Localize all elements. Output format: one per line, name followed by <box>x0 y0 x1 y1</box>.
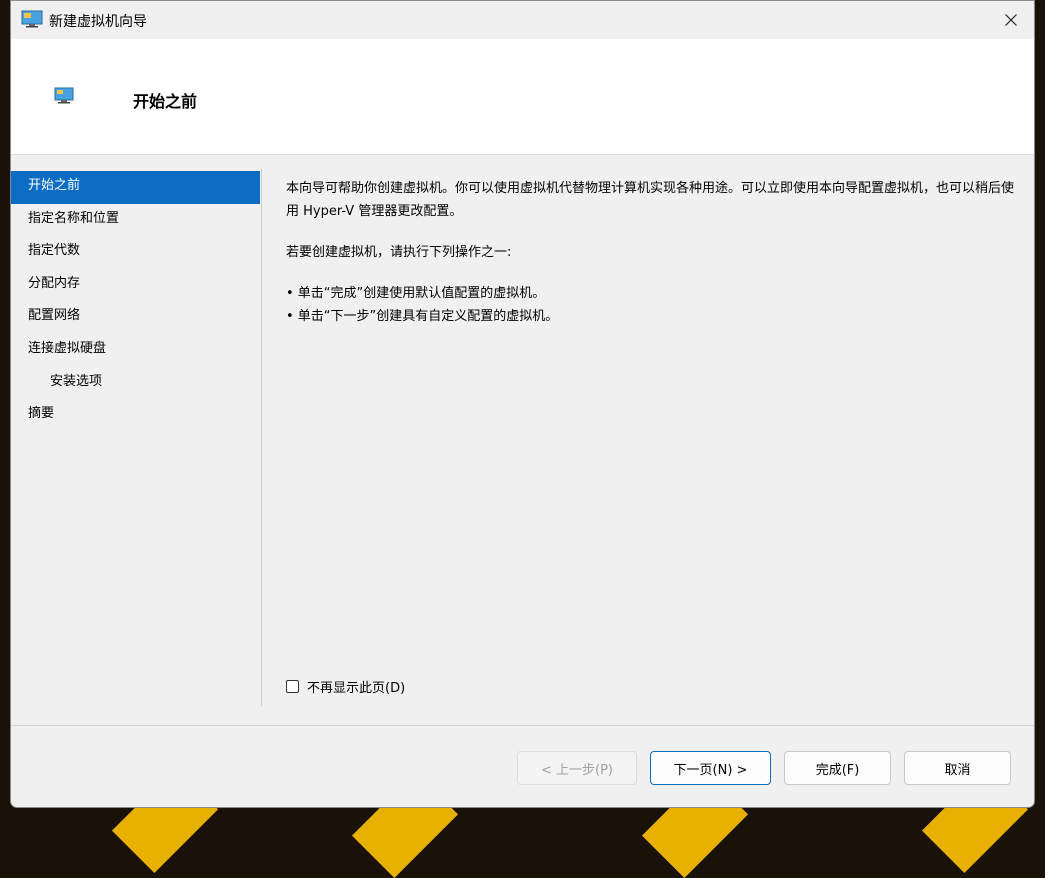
wizard-header: 开始之前 <box>11 39 1034 155</box>
dont-show-again-row[interactable]: 不再显示此页(D) <box>286 677 405 696</box>
nav-divider <box>261 169 262 706</box>
cancel-button[interactable]: 取消 <box>904 751 1011 785</box>
finish-button[interactable]: 完成(F) <box>784 751 891 785</box>
nav-item-virtual-disk[interactable]: 连接虚拟硬盘 <box>11 334 260 367</box>
nav-item-generation[interactable]: 指定代数 <box>11 236 260 269</box>
content-pane: 本向导可帮助你创建虚拟机。你可以使用虚拟机代替物理计算机实现各种用途。可以立即使… <box>286 177 1016 328</box>
dont-show-again-checkbox[interactable] <box>286 680 299 693</box>
nav-item-summary[interactable]: 摘要 <box>11 399 260 432</box>
intro-text: 本向导可帮助你创建虚拟机。你可以使用虚拟机代替物理计算机实现各种用途。可以立即使… <box>286 181 1015 219</box>
page-title: 开始之前 <box>133 92 198 111</box>
nav-item-networking[interactable]: 配置网络 <box>11 301 260 334</box>
next-button[interactable]: 下一页(N) > <box>650 751 771 785</box>
window-title: 新建虚拟机向导 <box>49 14 147 30</box>
option-finish-text: • 单击“完成”创建使用默认值配置的虚拟机。 <box>286 286 546 301</box>
previous-button[interactable]: < 上一步(P) <box>517 751 637 785</box>
monitor-icon <box>21 10 43 28</box>
instruction-text: 若要创建虚拟机，请执行下列操作之一: <box>286 245 512 260</box>
virtual-machine-icon <box>54 87 74 104</box>
nav-item-before-you-begin[interactable]: 开始之前 <box>11 171 260 204</box>
nav-item-memory[interactable]: 分配内存 <box>11 269 260 302</box>
wizard-steps-nav: 开始之前 指定名称和位置 指定代数 分配内存 配置网络 连接虚拟硬盘 安装选项 … <box>11 171 260 432</box>
close-icon <box>1005 14 1017 26</box>
option-next-text: • 单击“下一步”创建具有自定义配置的虚拟机。 <box>286 309 559 324</box>
footer-divider <box>11 725 1034 726</box>
wizard-window: 新建虚拟机向导 开始之前 开始之前 指定名称和位置 指定代数 分配内存 配置网络… <box>10 0 1035 808</box>
nav-item-install-options[interactable]: 安装选项 <box>11 367 260 400</box>
close-button[interactable] <box>988 1 1034 39</box>
nav-item-name-location[interactable]: 指定名称和位置 <box>11 204 260 237</box>
option-list: • 单击“完成”创建使用默认值配置的虚拟机。 • 单击“下一步”创建具有自定义配… <box>286 282 1016 328</box>
dont-show-again-label[interactable]: 不再显示此页(D) <box>307 677 405 696</box>
title-bar: 新建虚拟机向导 <box>11 1 1034 39</box>
